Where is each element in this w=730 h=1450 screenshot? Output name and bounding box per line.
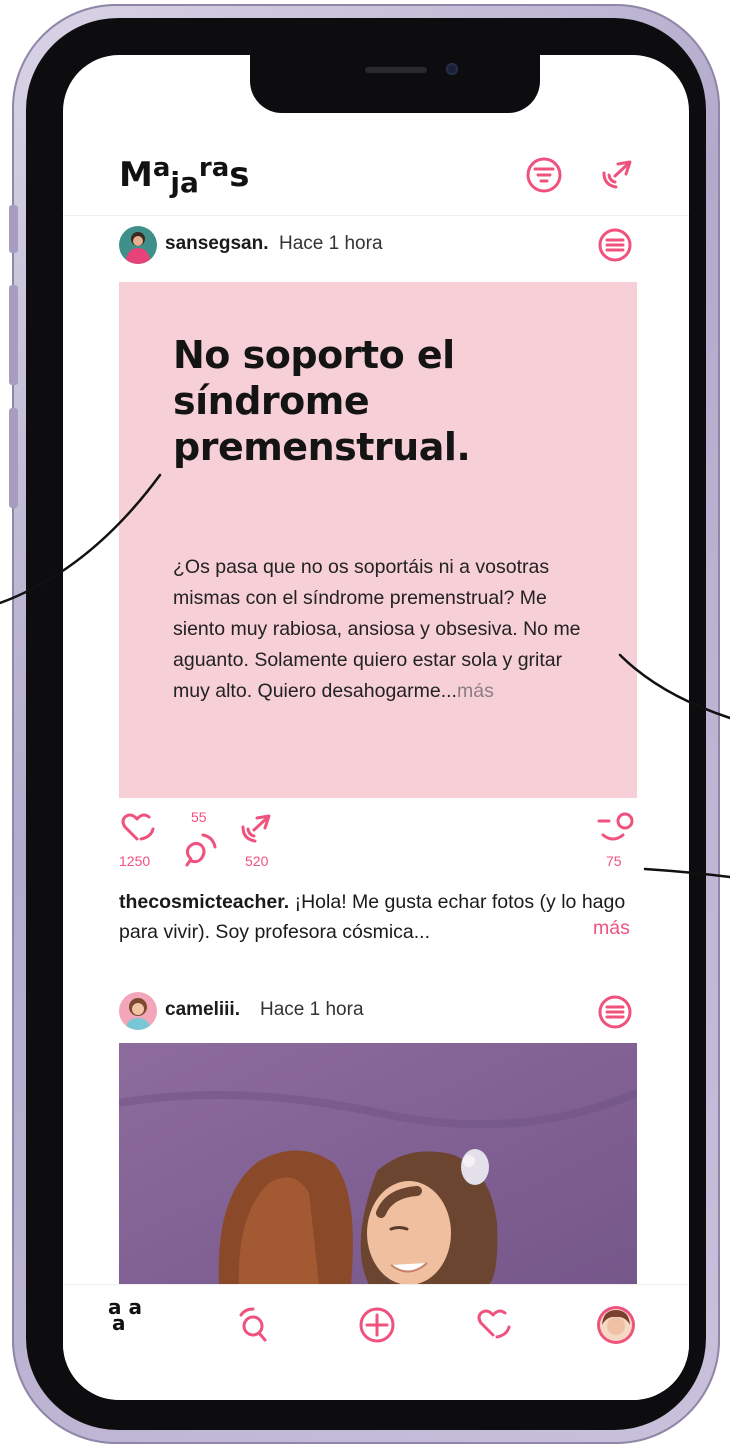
like-icon[interactable] [119,811,159,845]
heart-icon[interactable] [473,1303,517,1347]
mute-switch [9,205,18,253]
user-avatar[interactable] [119,992,157,1030]
home-icon[interactable]: a aa [108,1297,142,1333]
volume-down-button [9,408,18,508]
profile-avatar[interactable] [597,1306,635,1344]
front-camera [446,63,458,75]
speaker-grille [365,67,427,73]
app-header: Majaras [63,135,689,216]
post-body: ¿Os pasa que no os soportáis ni a vosotr… [173,556,581,702]
post-caption: thecosmicteacher. ¡Hola! Me gusta echar … [119,891,626,943]
post-username[interactable]: cameliii. [165,999,240,1021]
like-count: 1250 [119,853,151,869]
post-header: cameliii. Hace 1 hora [63,990,689,1034]
comment-count: 55 [191,809,207,825]
post-title: No soporto el síndrome premenstrual. [173,333,471,469]
bottom-nav: a aa [63,1284,689,1400]
comment-icon[interactable] [181,829,219,869]
avatar-image [597,1306,635,1344]
post-actions: 1250 55 520 75 [63,807,689,879]
post-time: Hace 1 hora [279,233,383,254]
avatar-image [119,992,157,1030]
post-username[interactable]: sansegsan. [165,233,269,255]
post-card[interactable]: No soporto el síndrome premenstrual. ¿Os… [119,282,637,798]
post-menu-icon[interactable] [597,227,633,263]
notch [250,55,540,113]
post-photo[interactable] [119,1043,637,1285]
volume-up-button [9,285,18,385]
share-icon[interactable] [235,809,275,849]
avatar-image [119,226,157,264]
search-icon[interactable] [231,1303,275,1347]
post-more-link[interactable]: más [457,680,494,702]
reaction-icon[interactable] [593,809,639,849]
post-header: sansegsan. Hace 1 hora [63,223,689,267]
photo-image [119,1043,637,1285]
caption-more-link[interactable]: más [593,917,630,940]
caption-username[interactable]: thecosmicteacher. [119,891,289,913]
filter-icon[interactable] [524,155,564,195]
post-time: Hace 1 hora [260,999,364,1020]
send-icon[interactable] [596,155,636,195]
app-logo[interactable]: Majaras [119,153,250,199]
share-count: 520 [245,853,269,869]
phone-screen: Majaras sansegsan. Hace 1 hora No soport… [63,55,689,1400]
post-menu-icon[interactable] [597,994,633,1030]
user-avatar[interactable] [119,226,157,264]
reaction-count: 75 [606,853,622,869]
add-icon[interactable] [355,1303,399,1347]
